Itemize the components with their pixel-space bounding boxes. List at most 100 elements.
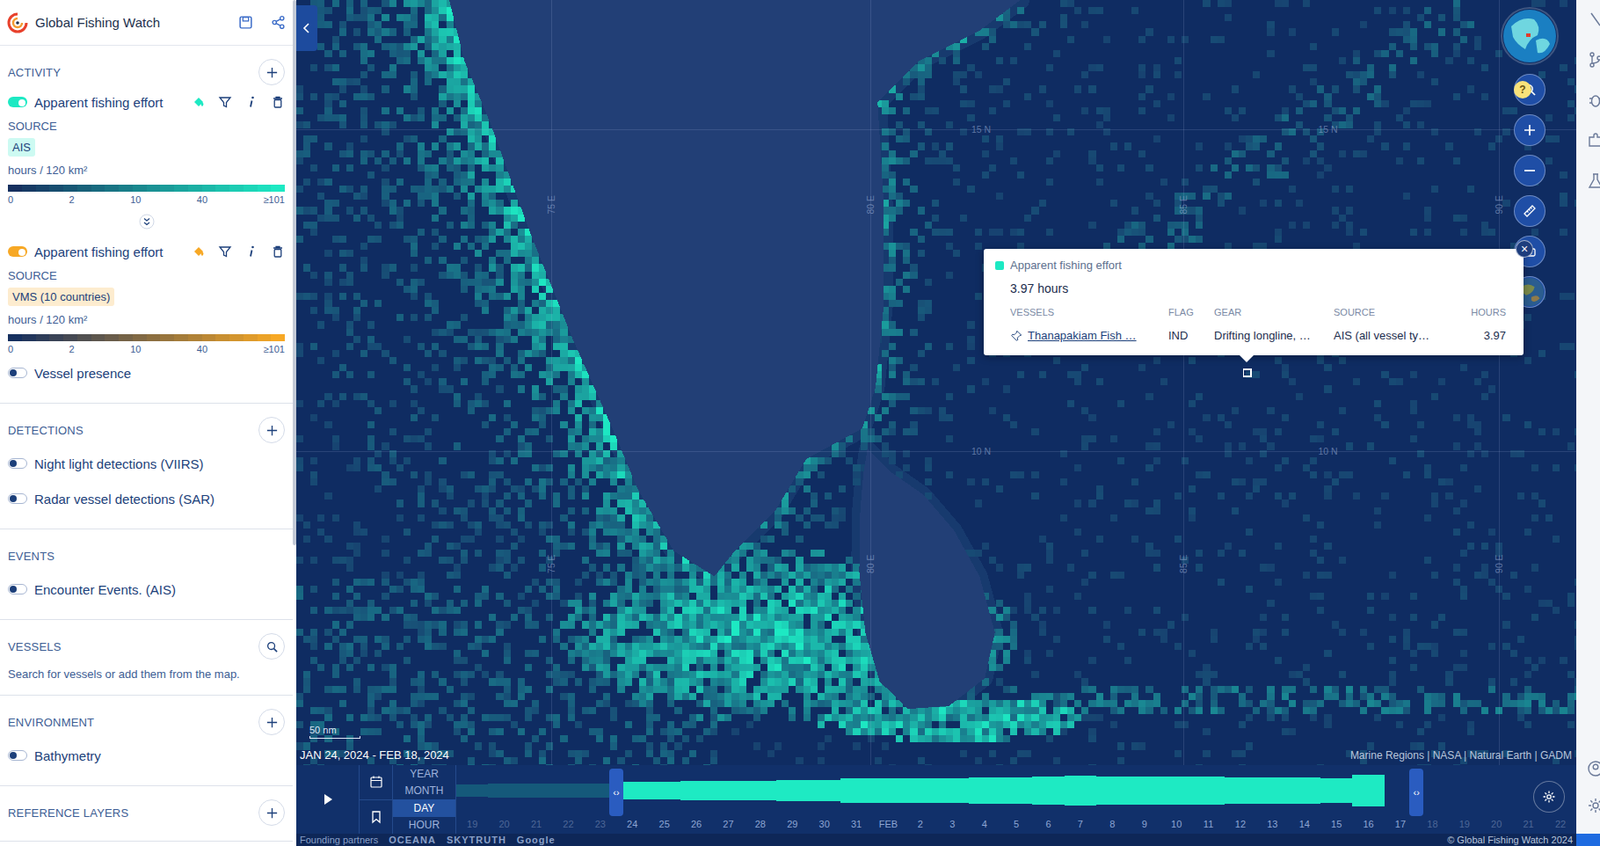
layer-toggle[interactable] (7, 749, 28, 761)
heatmap-cell (1438, 378, 1446, 386)
heatmap-cell (1467, 414, 1475, 422)
add-layer-button[interactable] (258, 58, 285, 86)
add-layer-button[interactable] (258, 708, 285, 735)
heatmap-cell (453, 85, 461, 93)
heatmap-cell (1524, 356, 1532, 364)
save-icon[interactable] (238, 14, 254, 30)
search-vessels-button[interactable] (258, 632, 285, 660)
heatmap-cell (381, 192, 389, 200)
layer-toggle[interactable] (7, 493, 28, 504)
heatmap-cell (567, 435, 575, 443)
heatmap-cell (1367, 442, 1375, 450)
heatmap-cell (374, 299, 382, 307)
heatmap-cell (360, 14, 368, 22)
heatmap-cell (367, 214, 375, 222)
heatmap-cell (560, 450, 568, 458)
heatmap-cell (296, 107, 304, 115)
legend-step (174, 184, 189, 192)
heatmap-cell (488, 292, 496, 300)
layer-toggle[interactable] (7, 367, 28, 379)
heatmap-cell (1003, 385, 1011, 393)
heatmap-cell (538, 313, 546, 321)
gfw-logo-icon[interactable] (7, 12, 29, 34)
heatmap-cell (481, 306, 489, 314)
layer-toggle[interactable] (7, 458, 28, 469)
heatmap-cell (360, 43, 368, 51)
heatmap-cell (567, 370, 575, 379)
heatmap-cell (610, 442, 618, 450)
heatmap-cell (888, 299, 896, 307)
heatmap-cell (1345, 206, 1353, 214)
heatmap-cell (460, 71, 468, 79)
heatmap-cell (488, 457, 496, 465)
heatmap-cell (296, 121, 304, 129)
layer-toggle[interactable] (7, 246, 28, 257)
legend-step (104, 334, 119, 342)
legend-step (21, 334, 37, 342)
heatmap-cell (1410, 57, 1418, 65)
heatmap-cell (360, 50, 368, 58)
heatmap-cell (917, 249, 925, 257)
heatmap-cell (1295, 107, 1303, 115)
layer-toggle[interactable] (7, 96, 28, 108)
heatmap-cell (1003, 21, 1011, 29)
heatmap-cell (545, 306, 553, 314)
heatmap-cell (1088, 414, 1096, 422)
heatmap-cell (1345, 228, 1353, 236)
heatmap-cell (909, 185, 917, 193)
heatmap-cell (1338, 214, 1346, 222)
sidebar-section: VESSELS Search for vessels or add them f… (0, 619, 293, 696)
trash-icon[interactable] (270, 94, 285, 110)
heatmap-cell (1309, 78, 1317, 86)
color-bucket-icon[interactable] (191, 244, 206, 259)
heatmap-cell (888, 150, 896, 158)
heatmap-cell (431, 328, 439, 336)
heatmap-cell (1431, 185, 1439, 193)
heatmap-cell (460, 93, 468, 101)
heatmap-cell (324, 107, 332, 115)
heatmap-cell (1195, 221, 1203, 229)
color-bucket-icon[interactable] (191, 94, 206, 110)
add-layer-button[interactable] (258, 416, 285, 444)
heatmap-cell (389, 64, 397, 72)
trash-icon[interactable] (270, 244, 285, 259)
layer-toggle[interactable] (7, 583, 28, 595)
collapse-chevron-icon[interactable] (138, 213, 155, 230)
heatmap-cell (332, 114, 340, 122)
heatmap-cell (1096, 378, 1104, 386)
filter-icon[interactable] (218, 244, 233, 259)
map[interactable]: 15 N15 N10 N10 N75 E75 E80 E80 E85 E85 E… (296, 0, 1577, 765)
heatmap-cell (909, 378, 917, 386)
info-icon[interactable] (244, 244, 259, 259)
heatmap-cell (1067, 0, 1075, 8)
map-canvas[interactable]: 15 N15 N10 N10 N75 E75 E80 E80 E85 E85 E… (296, 0, 1577, 765)
heatmap-cell (1552, 464, 1560, 472)
heatmap-cell (410, 78, 418, 86)
heatmap-cell (1131, 206, 1139, 214)
heatmap-cell (967, 114, 975, 122)
heatmap-cell (1274, 171, 1282, 179)
heatmap-cell (517, 263, 525, 271)
heatmap-cell (510, 313, 518, 321)
heatmap-cell (317, 400, 325, 408)
heatmap-cell (1039, 85, 1047, 93)
heatmap-cell (438, 235, 446, 243)
layer-name: Encounter Events. (AIS) (34, 581, 285, 597)
heatmap-cell (467, 85, 475, 93)
heatmap-cell (981, 378, 990, 386)
heatmap-cell (417, 107, 425, 115)
heatmap-cell (1453, 7, 1461, 15)
filter-icon[interactable] (218, 94, 233, 110)
heatmap-cell (538, 278, 546, 286)
heatmap-cell (1088, 7, 1096, 15)
add-layer-button[interactable] (258, 799, 285, 826)
heatmap-cell (917, 378, 925, 386)
share-icon[interactable] (270, 14, 286, 30)
heatmap-cell (945, 142, 953, 150)
info-icon[interactable] (244, 94, 259, 110)
heatmap-cell (1195, 164, 1203, 172)
heatmap-cell (367, 14, 375, 22)
heatmap-cell (396, 178, 404, 186)
heatmap-cell (888, 421, 896, 429)
legend-step (118, 334, 133, 342)
